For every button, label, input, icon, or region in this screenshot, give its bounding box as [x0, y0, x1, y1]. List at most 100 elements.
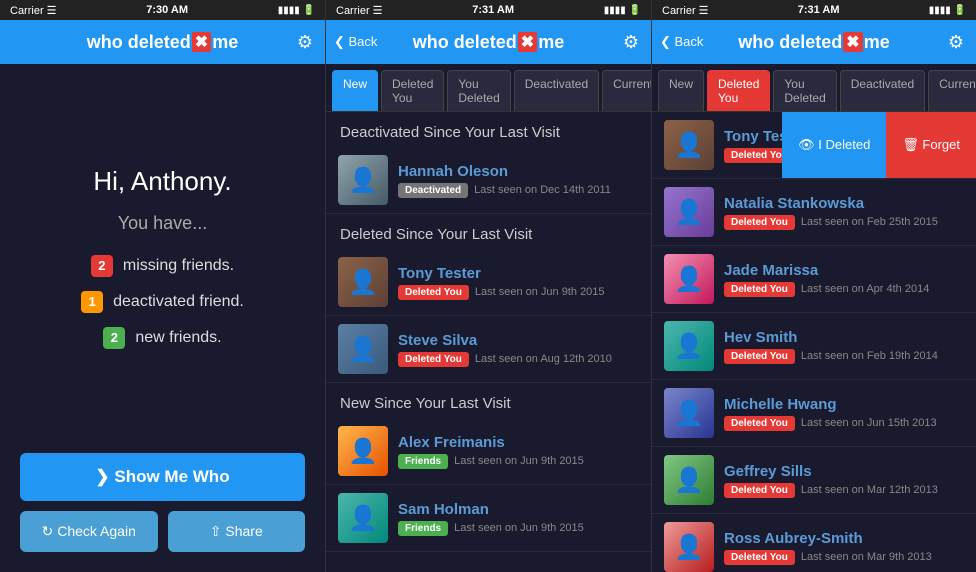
last-seen: Last seen on Feb 25th 2015 — [801, 216, 938, 228]
section-deleted: Deleted Since Your Last Visit — [326, 214, 651, 249]
person-placeholder-icon: 👤 — [674, 533, 704, 562]
status-badge: Deleted You — [724, 349, 795, 364]
list-item[interactable]: 👤 Tony Tester Deleted You Last seen on J… — [652, 112, 976, 179]
status-badge: Deleted You — [724, 550, 795, 565]
list-item[interactable]: 👤 Tony Tester Deleted You Last seen on J… — [326, 249, 651, 316]
status-badge: Friends — [398, 454, 448, 469]
feed-info: Hannah Oleson Deactivated Last seen on D… — [398, 163, 639, 198]
list-item[interactable]: 👤 Ross Aubrey-Smith Deleted You Last see… — [652, 514, 976, 572]
feed-info: Sam Holman Friends Last seen on Jun 9th … — [398, 501, 639, 536]
person-placeholder-icon: 👤 — [348, 268, 378, 297]
section-new: New Since Your Last Visit — [326, 383, 651, 418]
i-deleted-button[interactable]: 👁 I Deleted — [782, 112, 886, 178]
tab-current-3[interactable]: Current — [928, 70, 976, 111]
last-seen: Last seen on Mar 9th 2013 — [801, 551, 932, 563]
list-item[interactable]: 👤 Natalia Stankowska Deleted You Last se… — [652, 179, 976, 246]
tab-bar-2: New Deleted You You Deleted Deactivated … — [326, 64, 651, 112]
tab-new-3[interactable]: New — [658, 70, 704, 111]
gear-icon-1[interactable]: ⚙ — [297, 32, 313, 53]
check-again-button[interactable]: ↻ Check Again — [20, 511, 158, 552]
person-placeholder-icon: 👤 — [674, 399, 704, 428]
tab-bar-3: New Deleted You You Deleted Deactivated … — [652, 64, 976, 112]
logo-2: who deleted ✖ me — [413, 32, 564, 53]
feed-meta: Deleted You Last seen on Feb 19th 2014 — [724, 349, 964, 364]
tab-you-deleted-2[interactable]: You Deleted — [447, 70, 510, 111]
feed-info: Tony Tester Deleted You Last seen on Jun… — [398, 265, 639, 300]
status-badge: Deleted You — [724, 282, 795, 297]
feed-meta: Deleted You Last seen on Apr 4th 2014 — [724, 282, 964, 297]
feed-3: 👤 Tony Tester Deleted You Last seen on J… — [652, 112, 976, 572]
list-item[interactable]: 👤 Steve Silva Deleted You Last seen on A… — [326, 316, 651, 383]
header-3: ❮ Back who deleted ✖ me ⚙ — [652, 20, 976, 64]
panel-deleted-you: Carrier ☰ 7:31 AM ▮▮▮▮ 🔋 ❮ Back who dele… — [651, 0, 976, 572]
status-badge: Deleted You — [398, 285, 469, 300]
feed-meta: Deleted You Last seen on Jun 15th 2013 — [724, 416, 964, 431]
feed-info: Geffrey Sills Deleted You Last seen on M… — [724, 463, 964, 498]
time-2: 7:31 AM — [472, 4, 514, 16]
status-bar-3: Carrier ☰ 7:31 AM ▮▮▮▮ 🔋 — [652, 0, 976, 20]
back-button-2[interactable]: ❮ Back — [334, 34, 377, 50]
you-have-text: You have... — [118, 213, 207, 234]
person-placeholder-icon: 👤 — [674, 198, 704, 227]
greeting-area: Hi, Anthony. You have... 2 missing frien… — [0, 64, 325, 453]
person-name: Hannah Oleson — [398, 163, 639, 180]
tab-you-deleted-3[interactable]: You Deleted — [773, 70, 836, 111]
tab-deactivated-2[interactable]: Deactivated — [514, 70, 599, 111]
avatar: 👤 — [338, 257, 388, 307]
deactivated-label: deactivated friend. — [113, 293, 244, 311]
last-seen: Last seen on Jun 9th 2015 — [454, 522, 584, 534]
list-item[interactable]: 👤 Jade Marissa Deleted You Last seen on … — [652, 246, 976, 313]
carrier-2: Carrier ☰ — [336, 4, 383, 17]
last-seen: Last seen on Dec 14th 2011 — [474, 184, 611, 196]
person-name: Natalia Stankowska — [724, 195, 964, 212]
logo-x-1: ✖ — [192, 32, 211, 52]
last-seen: Last seen on Apr 4th 2014 — [801, 283, 929, 295]
list-item[interactable]: 👤 Hev Smith Deleted You Last seen on Feb… — [652, 313, 976, 380]
panel-home: Carrier ☰ 7:30 AM ▮▮▮▮ 🔋 who deleted ✖ m… — [0, 0, 325, 572]
logo-x-3: ✖ — [843, 32, 862, 52]
status-badge: Deleted You — [724, 416, 795, 431]
person-name: Steve Silva — [398, 332, 639, 349]
person-name: Sam Holman — [398, 501, 639, 518]
tab-deleted-you-3[interactable]: Deleted You — [707, 70, 770, 111]
list-item[interactable]: 👤 Sam Holman Friends Last seen on Jun 9t… — [326, 485, 651, 552]
tab-new-2[interactable]: New — [332, 70, 378, 111]
list-item[interactable]: 👤 Geffrey Sills Deleted You Last seen on… — [652, 447, 976, 514]
status-bar-1: Carrier ☰ 7:30 AM ▮▮▮▮ 🔋 — [0, 0, 325, 20]
back-button-3[interactable]: ❮ Back — [660, 34, 703, 50]
logo-right-2: me — [538, 32, 564, 53]
time-3: 7:31 AM — [798, 4, 840, 16]
logo-left-1: who deleted — [87, 32, 191, 53]
forget-button[interactable]: 🗑 Forget — [886, 112, 976, 178]
tab-deleted-you-2[interactable]: Deleted You — [381, 70, 444, 111]
gear-icon-3[interactable]: ⚙ — [948, 32, 964, 53]
feed-meta: Deleted You Last seen on Feb 25th 2015 — [724, 215, 964, 230]
feed-info: Hev Smith Deleted You Last seen on Feb 1… — [724, 329, 964, 364]
battery-3: ▮▮▮▮ 🔋 — [929, 5, 966, 16]
person-placeholder-icon: 👤 — [674, 466, 704, 495]
avatar: 👤 — [664, 187, 714, 237]
battery-2: ▮▮▮▮ 🔋 — [604, 5, 641, 16]
feed-2: Deactivated Since Your Last Visit 👤 Hann… — [326, 112, 651, 572]
logo-left-2: who deleted — [413, 32, 517, 53]
person-name: Jade Marissa — [724, 262, 964, 279]
stat-row-new: 2 new friends. — [103, 327, 221, 349]
feed-meta: Friends Last seen on Jun 9th 2015 — [398, 454, 639, 469]
share-button[interactable]: ⇧ Share — [168, 511, 306, 552]
list-item[interactable]: 👤 Michelle Hwang Deleted You Last seen o… — [652, 380, 976, 447]
feed-info: Michelle Hwang Deleted You Last seen on … — [724, 396, 964, 431]
new-label: new friends. — [135, 329, 221, 347]
feed-meta: Deleted You Last seen on Jun 9th 2015 — [398, 285, 639, 300]
avatar: 👤 — [664, 321, 714, 371]
list-item[interactable]: 👤 Hannah Oleson Deactivated Last seen on… — [326, 147, 651, 214]
logo-x-2: ✖ — [518, 32, 537, 52]
show-me-who-button[interactable]: ❯ Show Me Who — [20, 453, 305, 501]
missing-badge: 2 — [91, 255, 113, 277]
logo-left-3: who deleted — [738, 32, 842, 53]
list-item[interactable]: 👤 Alex Freimanis Friends Last seen on Ju… — [326, 418, 651, 485]
gear-icon-2[interactable]: ⚙ — [623, 32, 639, 53]
greeting-text: Hi, Anthony. — [93, 166, 231, 197]
new-badge: 2 — [103, 327, 125, 349]
tab-deactivated-3[interactable]: Deactivated — [840, 70, 925, 111]
logo-right-1: me — [212, 32, 238, 53]
